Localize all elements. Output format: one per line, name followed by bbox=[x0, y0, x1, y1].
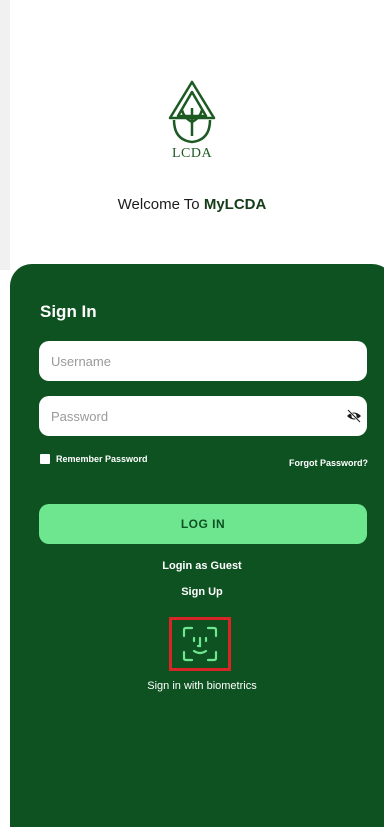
forgot-password-link[interactable]: Forgot Password? bbox=[289, 458, 368, 468]
signin-panel: Sign In Remember Password Forgot Passwor… bbox=[10, 264, 384, 827]
sign-up-link[interactable]: Sign Up bbox=[10, 586, 384, 598]
logo-text: LCDA bbox=[171, 146, 213, 161]
welcome-prefix: Welcome To bbox=[117, 196, 204, 213]
remember-password[interactable]: Remember Password bbox=[40, 454, 148, 464]
login-button[interactable]: LOG IN bbox=[39, 504, 367, 544]
lcda-logo-icon bbox=[168, 80, 216, 144]
biometrics-button[interactable] bbox=[169, 617, 231, 671]
welcome-brand: MyLCDA bbox=[203, 196, 267, 213]
left-edge bbox=[0, 0, 10, 270]
signin-title: Sign In bbox=[40, 302, 97, 321]
welcome-text: Welcome To MyLCDA bbox=[0, 196, 384, 213]
login-screen: LCDA Welcome To MyLCDA Sign In Remember … bbox=[0, 0, 384, 827]
biometrics-label: Sign in with biometrics bbox=[147, 680, 257, 692]
password-input[interactable] bbox=[39, 396, 367, 436]
username-input[interactable] bbox=[39, 341, 367, 381]
lcda-logo: LCDA bbox=[159, 78, 225, 168]
eye-off-icon[interactable] bbox=[346, 409, 362, 423]
face-id-icon bbox=[182, 626, 218, 662]
remember-checkbox[interactable] bbox=[40, 454, 50, 464]
login-as-guest-link[interactable]: Login as Guest bbox=[10, 560, 384, 572]
remember-label: Remember Password bbox=[56, 454, 148, 464]
